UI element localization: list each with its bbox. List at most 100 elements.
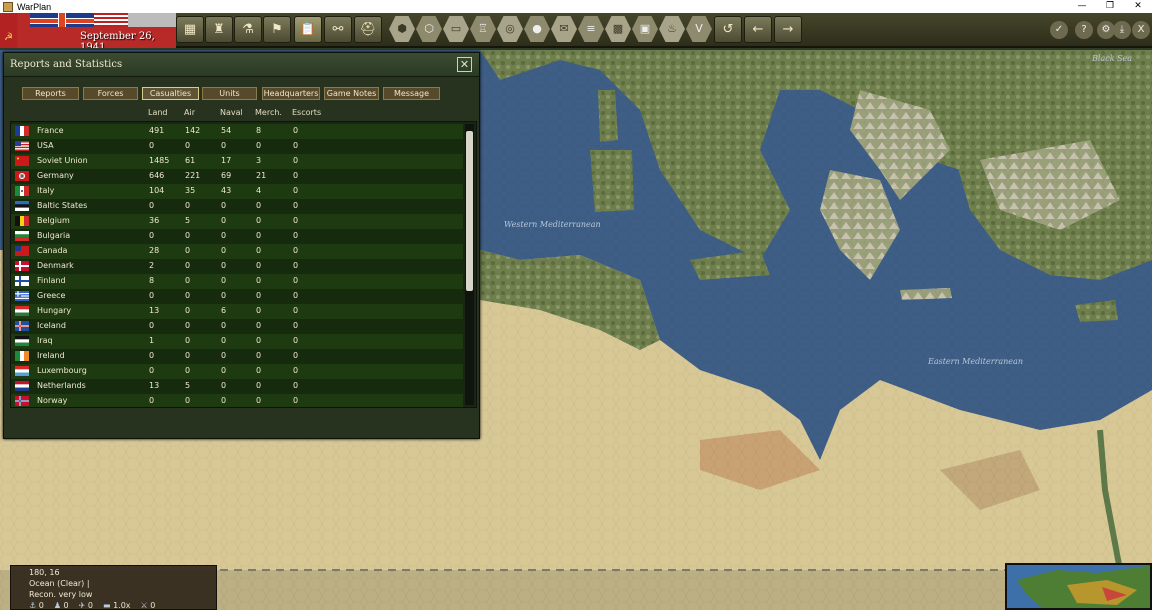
table-row[interactable]: Iceland 0 0 0 0 0 [11,319,463,334]
table-row[interactable]: Ireland 0 0 0 0 0 [11,349,463,364]
table-row[interactable]: Baltic States 0 0 0 0 0 [11,199,463,214]
cell-air: 35 [185,186,196,195]
next-button[interactable]: → [774,16,802,43]
cell-merch: 8 [256,126,262,135]
cell-merch: 0 [256,201,262,210]
faction-banner: ☭ September 26, 1941 [0,13,176,48]
table-row[interactable]: Germany 646 221 69 21 0 [11,169,463,184]
hex-frame-button[interactable]: ▣ [632,16,658,42]
table-row[interactable]: Iraq 1 0 0 0 0 [11,334,463,349]
hex-terrain: Ocean (Clear) | [29,579,90,588]
cell-land: 2 [149,261,155,270]
table-row[interactable]: Italy 104 35 43 4 0 [11,184,463,199]
germany-flag-icon [15,171,29,181]
netherlands-flag-icon [15,381,29,391]
cell-land: 646 [149,171,165,180]
window-titlebar: WarPlan — ❐ ✕ [0,0,1152,13]
prev-button[interactable]: ← [744,16,772,43]
cell-escorts: 0 [293,186,299,195]
tab-reports[interactable]: Reports [22,87,79,100]
tab-message[interactable]: Message [383,87,440,100]
undo-button[interactable]: ↺ [714,16,742,43]
anchor-icon: ⚓ [29,601,39,610]
table-row[interactable]: Luxembourg 0 0 0 0 0 [11,364,463,379]
restore-button[interactable]: ❐ [1096,0,1124,13]
tab-forces[interactable]: Forces [83,87,138,100]
hex-mail-button[interactable]: ✉ [551,16,577,42]
banner-grey [128,13,176,27]
table-row[interactable]: USA 0 0 0 0 0 [11,139,463,154]
country-name: Italy [37,186,55,195]
helmet-button[interactable]: ⛑ [354,16,382,43]
hex-grid-button[interactable]: ▩ [605,16,631,42]
table-row[interactable]: Hungary 13 0 6 0 0 [11,304,463,319]
country-name: Germany [37,171,74,180]
cell-air: 0 [185,306,191,315]
tab-units[interactable]: Units [202,87,257,100]
cell-air: 0 [185,231,191,240]
table-row[interactable]: Canada 28 0 0 0 0 [11,244,463,259]
tab-game-notes[interactable]: Game Notes [324,87,379,100]
cell-escorts: 0 [293,381,299,390]
cell-escorts: 0 [293,351,299,360]
cell-naval: 54 [221,126,232,135]
tab-headquarters[interactable]: Headquarters [262,87,320,100]
cell-land: 0 [149,201,155,210]
tab-casualties[interactable]: Casualties [142,87,199,100]
close-window-button[interactable]: ✕ [1124,0,1152,13]
production-button[interactable]: ▦ [176,16,204,43]
cell-air: 0 [185,141,191,150]
status-value: 1.0x [113,601,131,610]
hex-unit-button[interactable]: ⬢ [389,16,415,42]
table-row[interactable]: Greece 0 0 0 0 0 [11,289,463,304]
table-row[interactable]: Belgium 36 5 0 0 0 [11,214,463,229]
table-scrollbar[interactable] [465,124,474,405]
casualties-table[interactable]: Norway 0 0 0 0 0 Netherlands 13 5 0 0 0 Luxembourg 0 0… [10,121,477,408]
help-button[interactable]: ? [1075,21,1093,39]
table-row[interactable]: Finland 8 0 0 0 0 [11,274,463,289]
cell-naval: 0 [221,261,227,270]
hex-supply-button[interactable]: ♖ [470,16,496,42]
cell-land: 0 [149,231,155,240]
cell-merch: 21 [256,171,267,180]
binoculars-button[interactable]: ⚯ [324,16,352,43]
table-row[interactable]: Netherlands 13 5 0 0 0 [11,379,463,394]
cell-air: 0 [185,336,191,345]
status-value: 0 [38,601,44,610]
cell-land: 0 [149,351,155,360]
plane-icon: ✈ [78,601,88,610]
country-name: Belgium [37,216,70,225]
lab-button[interactable]: ⚗ [234,16,262,43]
turn-date: September 26, 1941 [80,31,155,48]
download-button[interactable]: ⤓ [1113,21,1131,39]
cell-merch: 0 [256,336,262,345]
scrollbar-thumb[interactable] [466,131,473,291]
exit-button[interactable]: X [1132,21,1150,39]
supply-icon: ▬ [102,601,114,610]
hammer-sickle-icon: ☭ [4,32,13,43]
research-button[interactable]: ♜ [205,16,233,43]
end-turn-button[interactable]: ✓ [1050,21,1068,39]
minimap[interactable] [1005,563,1152,610]
table-row[interactable]: Bulgaria 0 0 0 0 0 [11,229,463,244]
hex-coordinates: 180, 16 [29,568,60,577]
hex-target-button[interactable]: ◎ [497,16,523,42]
cell-land: 0 [149,396,155,405]
hex-lines-button[interactable]: ≡ [578,16,604,42]
minimize-button[interactable]: — [1068,0,1096,13]
flag-button[interactable]: ⚑ [263,16,291,43]
table-row[interactable]: Soviet Union 1485 61 17 3 0 [11,154,463,169]
hex-fire-button[interactable]: ♨ [659,16,685,42]
reports-button[interactable]: 📋 [294,16,322,43]
eastern-med-label: Eastern Mediterranean [928,357,1023,366]
hex-tank-button[interactable]: ▭ [443,16,469,42]
table-row[interactable]: Norway 0 0 0 0 0 [11,394,463,407]
hex-dot-button[interactable]: ● [524,16,550,42]
table-row[interactable]: Denmark 2 0 0 0 0 [11,259,463,274]
hex-group-button[interactable]: ⬡ [416,16,442,42]
cell-escorts: 0 [293,171,299,180]
table-row[interactable]: France 491 142 54 8 0 [11,124,463,139]
close-icon[interactable]: ✕ [457,57,472,72]
hex-victory-button[interactable]: V [686,16,712,42]
belgium-flag-icon [15,216,29,226]
